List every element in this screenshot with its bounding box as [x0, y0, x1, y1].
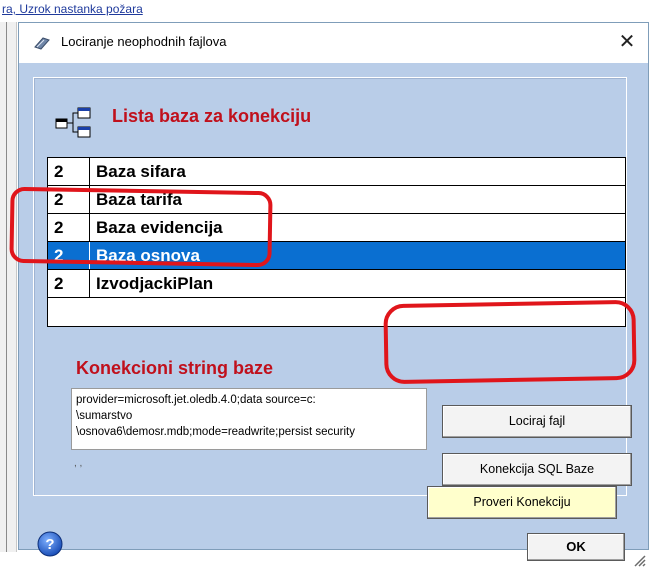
- book-icon: [34, 37, 50, 50]
- close-button[interactable]: ✕: [611, 27, 643, 57]
- resize-grip-icon[interactable]: [630, 551, 646, 567]
- list-item-name: Baza sifara: [96, 162, 186, 181]
- background-divider: [6, 22, 7, 552]
- list-item[interactable]: 2 Baza sifara: [48, 158, 625, 186]
- list-item-name: IzvodjackiPlan: [96, 274, 214, 293]
- content-frame: Lista baza za konekciju 2 Baza sifara 2 …: [33, 77, 632, 496]
- sql-connection-button[interactable]: Konekcija SQL Baze: [442, 453, 632, 486]
- list-section-title: Lista baza za konekciju: [112, 106, 312, 126]
- list-item-selected[interactable]: 2 Baza osnova: [48, 242, 625, 270]
- database-listbox[interactable]: 2 Baza sifara 2 Baza tarifa 2 Baza evide…: [47, 157, 626, 327]
- ok-button[interactable]: OK: [527, 533, 625, 561]
- connection-string-line: provider=microsoft.jet.oledb.4.0;data so…: [76, 394, 316, 406]
- title-bar[interactable]: Lociranje neophodnih fajlova ✕: [19, 23, 648, 63]
- list-item[interactable]: 2 Baza tarifa: [48, 186, 625, 214]
- connection-string-line: \osnova6\demosr.mdb;mode=readwrite;persi…: [76, 426, 356, 438]
- list-item-number: 2: [48, 214, 90, 241]
- connection-string-line: \sumarstvo: [76, 410, 133, 422]
- background-left-panel: [0, 22, 17, 552]
- locate-files-dialog: Lociranje neophodnih fajlova ✕ Lista baz…: [18, 22, 649, 567]
- status-text: , ,: [74, 458, 83, 469]
- background-link[interactable]: ra, Uzrok nastanka požara: [2, 2, 143, 16]
- list-item-name: Baza evidencija: [96, 218, 223, 237]
- list-item-number: 2: [48, 270, 90, 297]
- list-item-name: Baza osnova: [96, 246, 200, 265]
- database-tree-icon: [55, 107, 91, 138]
- check-connection-button[interactable]: Proveri Konekciju: [427, 486, 617, 519]
- list-item-number: 2: [48, 158, 90, 185]
- locate-file-button[interactable]: Lociraj fajl: [442, 405, 632, 438]
- connection-string-field[interactable]: provider=microsoft.jet.oledb.4.0;data so…: [71, 388, 427, 450]
- svg-text:?: ?: [45, 536, 54, 553]
- connection-section-title: Konekcioni string baze: [76, 358, 274, 378]
- list-item-number: 2: [48, 242, 90, 269]
- list-item[interactable]: 2 Baza evidencija: [48, 214, 625, 242]
- list-item-name: Baza tarifa: [96, 190, 182, 209]
- dialog-title: Lociranje neophodnih fajlova: [61, 34, 227, 49]
- dialog-client-area: Lista baza za konekciju 2 Baza sifara 2 …: [19, 63, 648, 567]
- list-item[interactable]: 2 IzvodjackiPlan: [48, 270, 625, 298]
- list-item-number: 2: [48, 186, 90, 213]
- help-icon[interactable]: ?: [37, 531, 63, 557]
